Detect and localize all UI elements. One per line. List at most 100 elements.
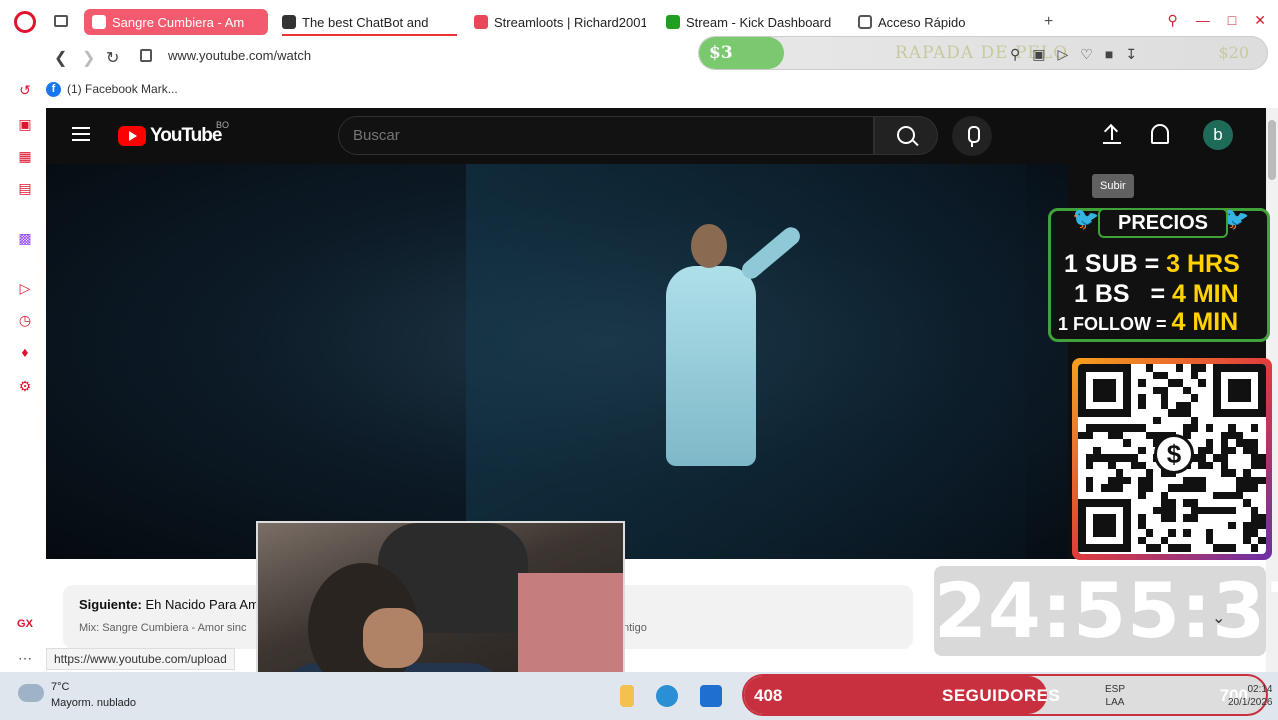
- notifications-bell-icon[interactable]: [1151, 124, 1169, 144]
- reload-button[interactable]: ↻: [106, 48, 119, 68]
- qr-module: [1183, 401, 1191, 410]
- extensions-icon[interactable]: ♦: [17, 344, 33, 360]
- qr-module: [1198, 364, 1206, 372]
- qr-module: [1198, 461, 1206, 470]
- video-performer: [636, 223, 804, 474]
- chevron-down-icon[interactable]: ⌄: [1212, 608, 1225, 628]
- qr-module: [1235, 439, 1244, 447]
- qr-module: [1108, 454, 1116, 462]
- qr-module: [1130, 454, 1139, 462]
- clock-icon[interactable]: ◷: [17, 312, 33, 328]
- menu-icon[interactable]: [72, 127, 90, 141]
- country-code: BO: [216, 120, 230, 130]
- wallpaper-icon[interactable]: ▦: [17, 148, 33, 164]
- youtube-logo[interactable]: YouTube: [118, 125, 222, 147]
- grid-icon: [858, 15, 872, 29]
- gx-icon[interactable]: GX: [17, 616, 33, 632]
- avatar[interactable]: b: [1203, 120, 1233, 150]
- file-explorer-icon[interactable]: [620, 685, 634, 707]
- qr-module: [1168, 529, 1176, 537]
- qr-module: [1168, 506, 1176, 515]
- qr-module: [1108, 461, 1116, 470]
- pin-icon[interactable]: ⚲: [1010, 46, 1020, 63]
- price-item: 1 SUB: [1064, 250, 1138, 278]
- qr-module: [1220, 506, 1229, 515]
- mail-icon[interactable]: ▤: [17, 180, 33, 196]
- qr-module: [1093, 446, 1101, 455]
- system-clock[interactable]: 02:14 20/1/2026: [1228, 683, 1273, 709]
- weather-description[interactable]: Mayorm. nublado: [51, 697, 136, 709]
- qr-module: [1100, 424, 1109, 432]
- qr-module: [1145, 484, 1154, 492]
- language-indicator[interactable]: ESP LAA: [1105, 683, 1125, 709]
- camera-icon[interactable]: ▣: [1032, 46, 1045, 63]
- search-input[interactable]: [353, 127, 853, 144]
- tab-streamloots[interactable]: Streamloots | Richard2001: [474, 9, 646, 35]
- qr-module: [1145, 469, 1154, 477]
- back-button[interactable]: ❮: [54, 48, 67, 68]
- play-icon[interactable]: ▷: [1058, 46, 1069, 63]
- scrollbar-thumb[interactable]: [1268, 120, 1276, 180]
- weather-cloud-icon[interactable]: [18, 684, 44, 702]
- heart-icon[interactable]: ♡: [1080, 46, 1093, 63]
- more-icon[interactable]: ⋯: [17, 650, 33, 666]
- qr-module: [1250, 446, 1259, 455]
- maximize-button[interactable]: □: [1228, 12, 1236, 29]
- url-field[interactable]: www.youtube.com/watch: [168, 48, 311, 63]
- tab-audio-indicator: [282, 34, 457, 36]
- qr-module: [1198, 506, 1206, 515]
- qr-module: [1258, 454, 1266, 462]
- qr-module: [1205, 536, 1214, 545]
- edge-icon[interactable]: [656, 685, 678, 707]
- facebook-icon: f: [46, 81, 61, 97]
- qr-module: [1085, 461, 1094, 470]
- qr-module: [1250, 521, 1259, 530]
- new-tab-button[interactable]: +: [1044, 13, 1053, 31]
- tab-kick-dashboard[interactable]: Stream - Kick Dashboard: [666, 9, 836, 35]
- cube-icon[interactable]: ▣: [17, 116, 33, 132]
- qr-module: [1183, 386, 1191, 395]
- tab-acceso-rapido[interactable]: Acceso Rápido: [858, 9, 1008, 35]
- search-tabs-icon[interactable]: ⚲: [1168, 12, 1178, 29]
- qr-module: [1108, 476, 1116, 485]
- weather-temperature[interactable]: 7°C: [51, 681, 69, 693]
- profile-icon[interactable]: ■: [1105, 46, 1113, 63]
- kick-favicon-icon: [666, 15, 680, 29]
- lock-icon[interactable]: [140, 49, 152, 62]
- store-icon[interactable]: [700, 685, 722, 707]
- qr-module: [1138, 491, 1146, 500]
- qr-module: [1190, 424, 1199, 432]
- qr-module: [1250, 484, 1259, 492]
- tab-sangre-cumbiera[interactable]: Sangre Cumbiera - Am: [84, 9, 268, 35]
- microphone-icon[interactable]: [952, 116, 992, 156]
- qr-module: [1258, 461, 1266, 470]
- search-button[interactable]: [874, 116, 938, 155]
- minimize-button[interactable]: —: [1196, 12, 1210, 29]
- qr-module: [1153, 431, 1161, 440]
- qr-module: [1243, 536, 1251, 545]
- qr-module: [1115, 424, 1124, 432]
- qr-module: [1228, 491, 1236, 500]
- bookmark-facebook[interactable]: f (1) Facebook Mark...: [46, 78, 178, 100]
- qr-module: [1123, 424, 1131, 432]
- settings-gear-icon[interactable]: ⚙: [17, 378, 33, 394]
- qr-module: [1258, 521, 1266, 530]
- upload-icon[interactable]: [1101, 123, 1123, 146]
- youtube-play-icon: [118, 126, 146, 146]
- video-player[interactable]: [46, 164, 1068, 559]
- qr-module: [1250, 529, 1259, 537]
- qr-module: [1153, 506, 1161, 515]
- snapshot-icon[interactable]: [54, 15, 68, 27]
- qr-module: [1243, 484, 1251, 492]
- price-value: 3 HRS: [1166, 250, 1240, 278]
- forward-button[interactable]: ❯: [82, 48, 95, 68]
- download-icon[interactable]: ↧: [1125, 46, 1137, 63]
- close-button[interactable]: ✕: [1254, 12, 1266, 29]
- player-icon[interactable]: ▷: [17, 280, 33, 296]
- history-icon[interactable]: ↺: [17, 82, 33, 98]
- tab-chatbot[interactable]: The best ChatBot and: [282, 9, 452, 35]
- opera-logo-icon[interactable]: [14, 11, 36, 33]
- twitch-icon[interactable]: ▩: [17, 230, 33, 246]
- price-row-follow: 1 FOLLOW = 4 MIN: [1058, 308, 1239, 336]
- qr-module: [1100, 484, 1109, 492]
